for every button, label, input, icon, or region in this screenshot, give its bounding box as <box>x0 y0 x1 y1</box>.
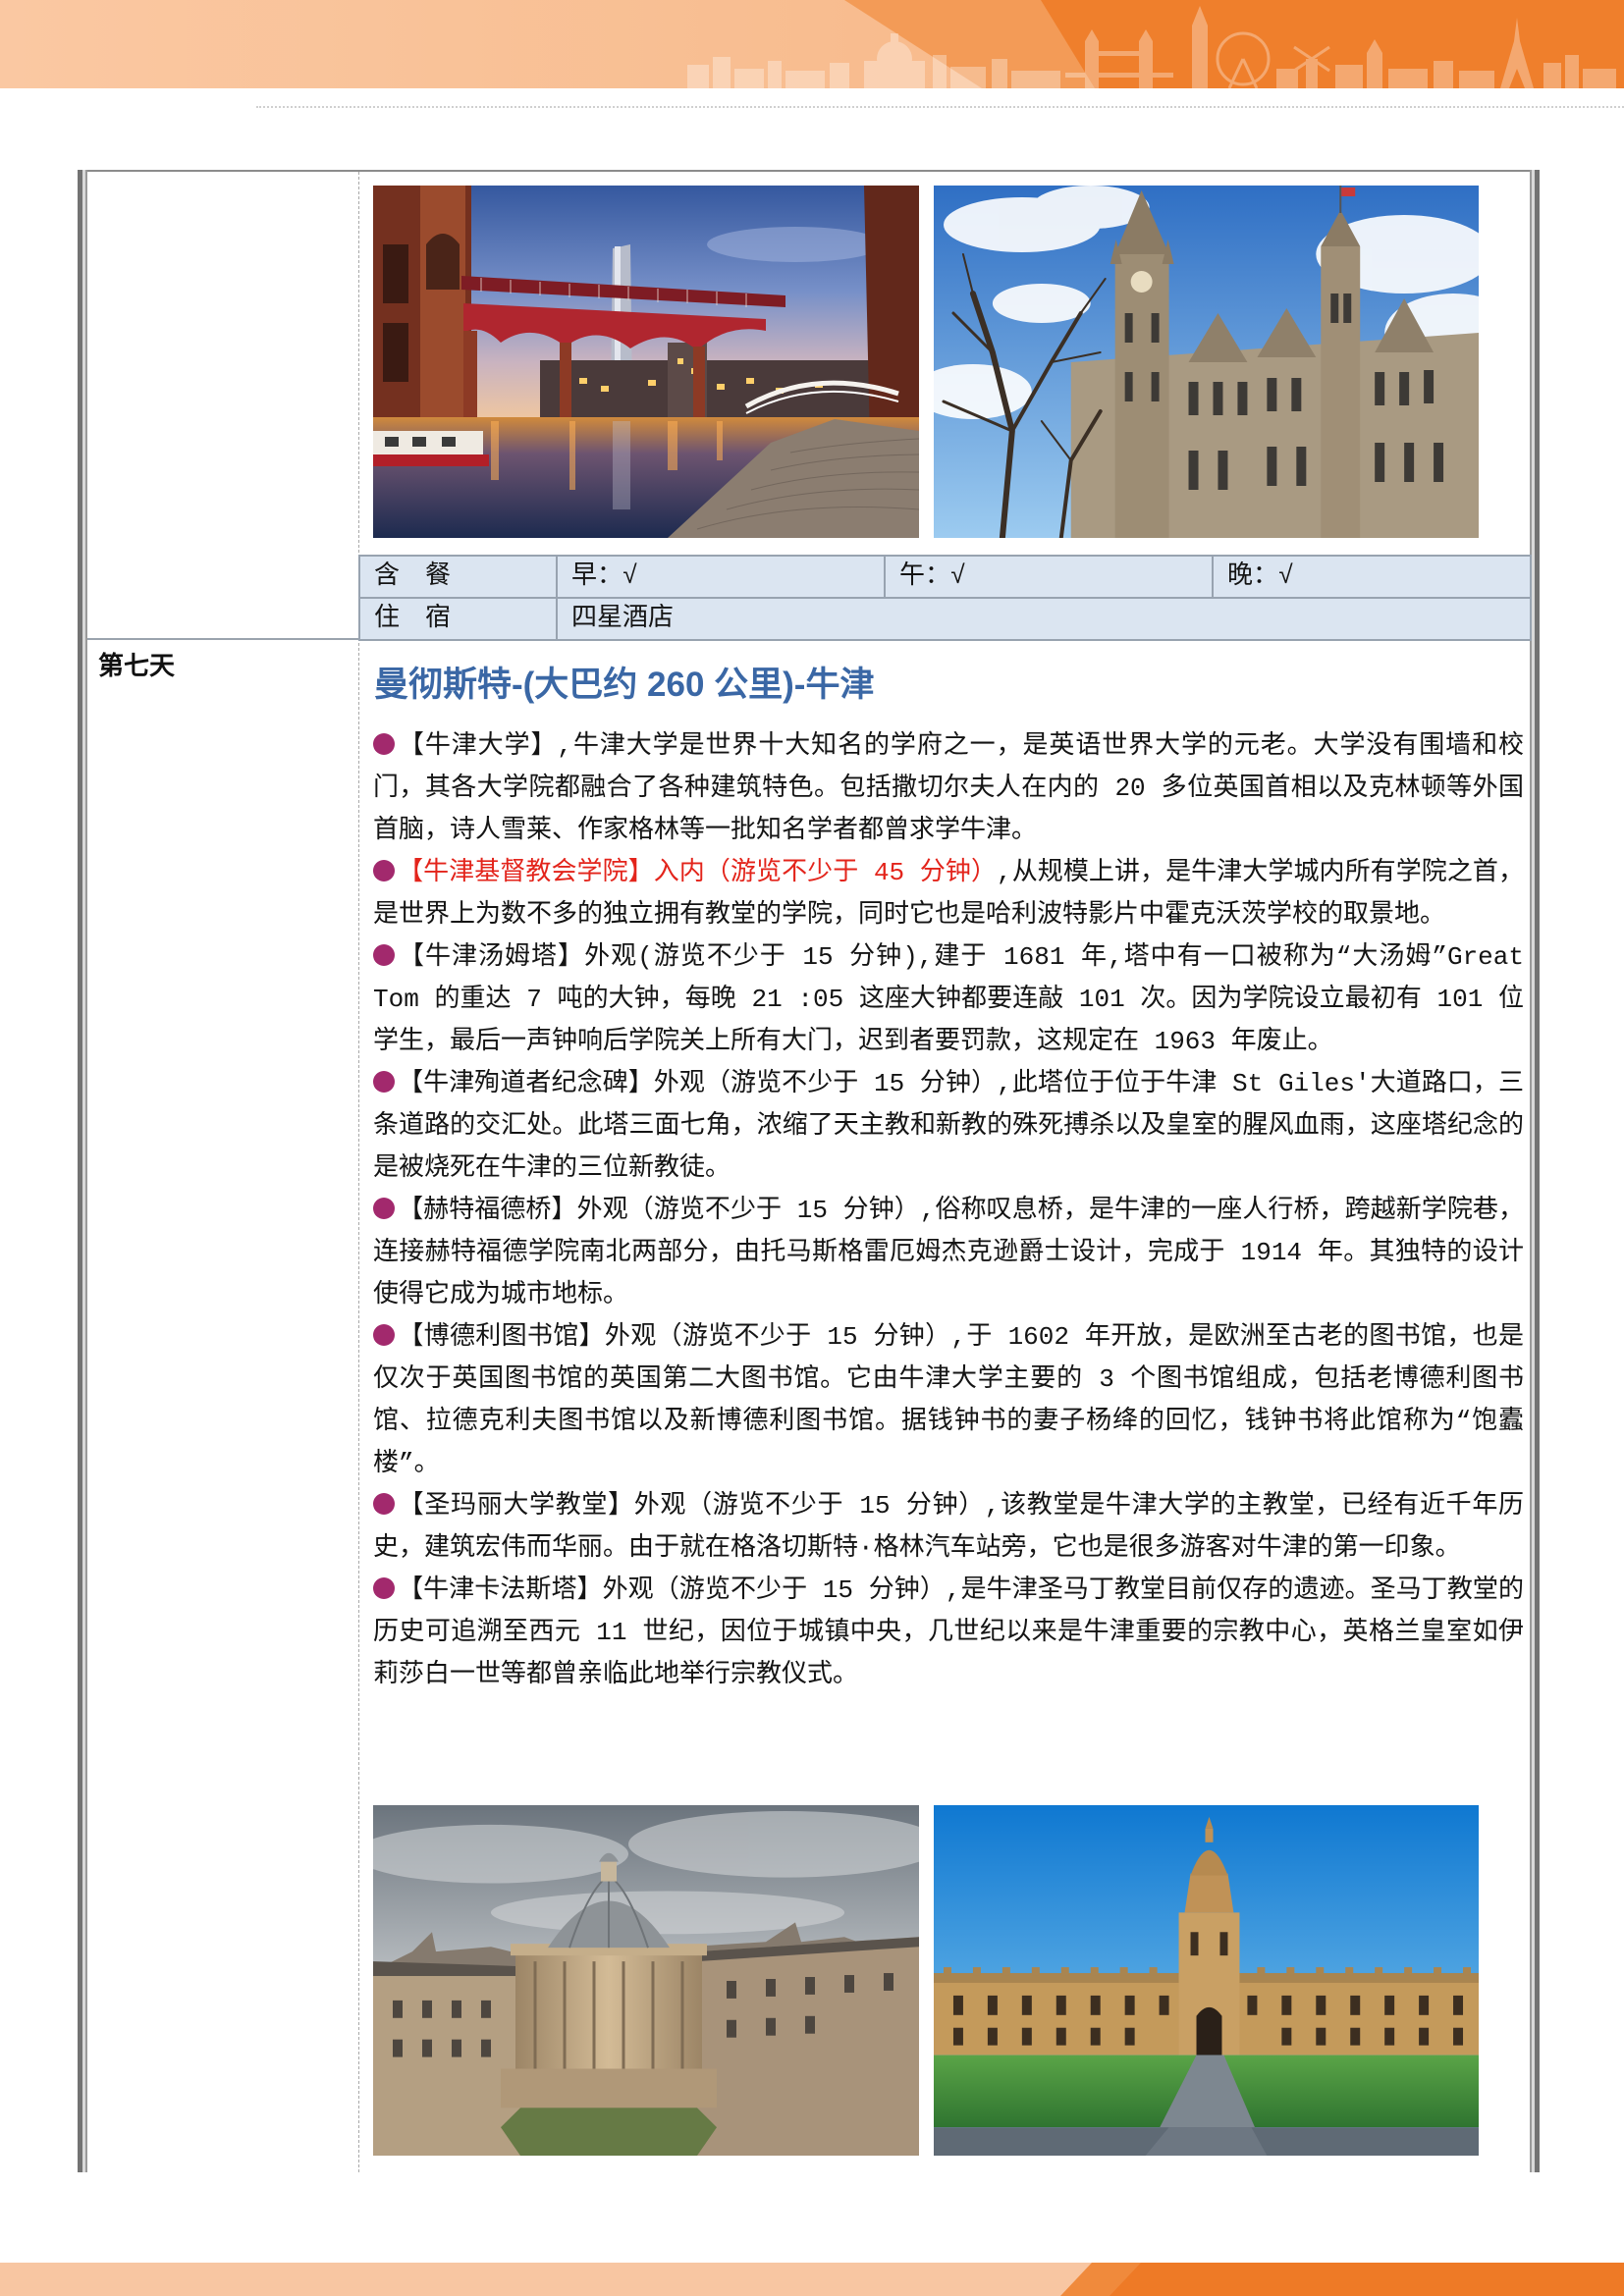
attraction-name: 【赫特福德桥】 <box>398 1196 577 1225</box>
photo-radcliffe-camera <box>373 1805 919 2156</box>
attraction-item: 【牛津大学】,牛津大学是世界十大知名的学府之一，是英语世界大学的元老。大学没有围… <box>373 725 1524 852</box>
photo-radcliffe-camera-art <box>373 1805 919 2156</box>
attraction-name: 【圣玛丽大学教堂】 <box>398 1491 634 1521</box>
day-label: 第七天 <box>98 651 176 680</box>
header-divider <box>256 106 1624 108</box>
route-title: 曼彻斯特-(大巴约 260 公里)-牛津 <box>374 666 875 704</box>
meals-label: 含 餐 <box>358 555 558 599</box>
photo-manchester-canal-bridge <box>373 186 919 538</box>
photo-manchester-canal-bridge-art <box>373 186 919 538</box>
table-column-divider <box>358 172 359 2172</box>
meals-row: 含 餐 早：√ 午：√ 晚：√ <box>358 555 1532 599</box>
attraction-name: 【牛津汤姆塔】 <box>398 942 585 972</box>
itinerary-page: 含 餐 早：√ 午：√ 晚：√ 住 宿 四星酒店 第七天 曼彻斯特-(大巴约 2… <box>0 0 1624 2296</box>
attraction-name: 【牛津大学】 <box>398 731 558 761</box>
bullet-icon <box>373 1324 395 1346</box>
photo-manchester-town-hall-art <box>934 186 1479 538</box>
table-top-border <box>78 170 1540 172</box>
photo-christ-church-tom-quad-art <box>934 1805 1479 2156</box>
meal-lunch: 午：√ <box>884 555 1214 599</box>
meals-lodging-table: 含 餐 早：√ 午：√ 晚：√ 住 宿 四星酒店 <box>358 555 1532 641</box>
attraction-name: 【博德利图书馆】 <box>398 1322 605 1352</box>
photo-manchester-town-hall <box>934 186 1479 538</box>
bullet-icon <box>373 860 395 881</box>
footer-bar <box>0 2263 1624 2296</box>
bullet-icon <box>373 1071 395 1093</box>
bullet-icon <box>373 733 395 755</box>
table-right-border <box>1530 170 1540 2172</box>
attraction-item: 【牛津汤姆塔】外观(游览不少于 15 分钟),建于 1681 年,塔中有一口被称… <box>373 936 1524 1063</box>
attraction-name-highlighted: 【牛津基督教会学院】入内（游览不少于 45 分钟） <box>398 858 998 887</box>
bullet-icon <box>373 1493 395 1515</box>
meal-dinner: 晚：√ <box>1212 555 1532 599</box>
attraction-item: 【牛津殉道者纪念碑】外观（游览不少于 15 分钟）,此塔位于位于牛津 St Gi… <box>373 1063 1524 1190</box>
attraction-name: 【牛津卡法斯塔】 <box>398 1575 603 1605</box>
bullet-icon <box>373 944 395 966</box>
attraction-item: 【牛津卡法斯塔】外观（游览不少于 15 分钟）,是牛津圣马丁教堂目前仅存的遗迹。… <box>373 1570 1524 1696</box>
lodging-row: 住 宿 四星酒店 <box>358 597 1532 641</box>
attraction-list: 【牛津大学】,牛津大学是世界十大知名的学府之一，是英语世界大学的元老。大学没有围… <box>373 725 1524 1788</box>
lodging-label: 住 宿 <box>358 597 558 641</box>
header-banner <box>0 0 1624 88</box>
attraction-item: 【赫特福德桥】外观（游览不少于 15 分钟）,俗称叹息桥，是牛津的一座人行桥，跨… <box>373 1190 1524 1316</box>
table-left-border <box>78 170 87 2172</box>
lodging-value: 四星酒店 <box>556 597 1532 641</box>
bullet-icon <box>373 1577 395 1599</box>
attraction-item: 【圣玛丽大学教堂】外观（游览不少于 15 分钟）,该教堂是牛津大学的主教堂，已经… <box>373 1485 1524 1570</box>
meal-breakfast: 早：√ <box>556 555 886 599</box>
attraction-item: 【牛津基督教会学院】入内（游览不少于 45 分钟）,从规模上讲，是牛津大学城内所… <box>373 852 1524 936</box>
attraction-item: 【博德利图书馆】外观（游览不少于 15 分钟）,于 1602 年开放，是欧洲至古… <box>373 1316 1524 1485</box>
attraction-name: 【牛津殉道者纪念碑】 <box>398 1069 654 1098</box>
bullet-icon <box>373 1198 395 1219</box>
photo-christ-church-tom-quad <box>934 1805 1479 2156</box>
